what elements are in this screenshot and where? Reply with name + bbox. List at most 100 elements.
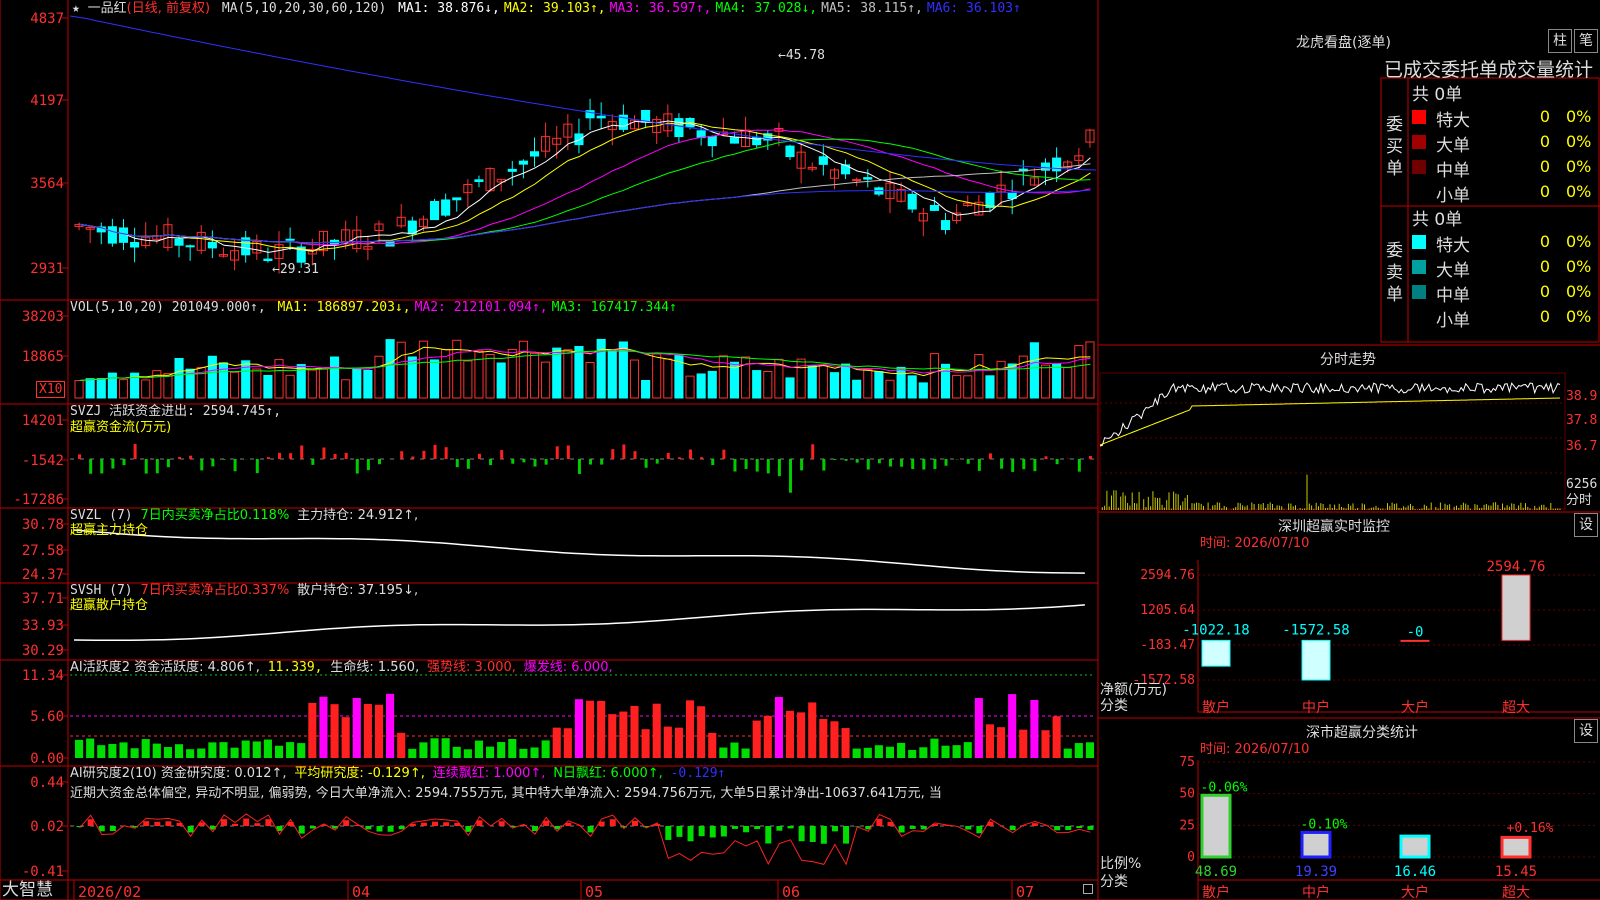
svzj-bar bbox=[200, 459, 204, 471]
ai-research-bar bbox=[731, 826, 738, 829]
svzj-bar bbox=[333, 454, 337, 459]
ai-research-bar bbox=[87, 819, 94, 826]
ai-research-n: N日飘红: 6.000↑, bbox=[553, 766, 663, 781]
candle-body bbox=[452, 197, 462, 201]
monitor-category-label: 散户 bbox=[1202, 699, 1230, 716]
ai-active-bar bbox=[474, 740, 484, 758]
volume-bar bbox=[496, 362, 506, 399]
volume-bar bbox=[1040, 364, 1051, 399]
ai-active-bar bbox=[974, 698, 983, 758]
buy-row-pct: 0% bbox=[1566, 157, 1592, 176]
ai-active-bar bbox=[874, 745, 883, 758]
ai-active-bar bbox=[674, 727, 683, 758]
volume-bar bbox=[818, 364, 828, 399]
volume-bar bbox=[418, 340, 428, 399]
ai-active-bar bbox=[508, 738, 517, 758]
ratio-settings-button[interactable]: 设 bbox=[1574, 719, 1598, 743]
svzj-bar bbox=[633, 451, 637, 459]
volume-bar bbox=[796, 358, 806, 399]
ai-research-bar bbox=[820, 826, 827, 844]
ai-research-bar bbox=[976, 826, 983, 834]
candle-body bbox=[674, 118, 684, 138]
ratio-bar bbox=[1200, 793, 1232, 859]
svzj-bar bbox=[677, 457, 681, 459]
ai-active-v4: 强势线: 3.000, bbox=[427, 660, 516, 675]
volume-bar bbox=[985, 375, 995, 399]
volume-bar bbox=[85, 378, 95, 399]
monitor-value-label: -1572.58 bbox=[1282, 622, 1349, 638]
ai-active-bar bbox=[641, 729, 650, 758]
svzj-bar bbox=[1022, 459, 1026, 470]
volume-bar bbox=[918, 382, 928, 399]
ai-active-bar bbox=[274, 745, 284, 758]
ma-line bbox=[79, 122, 1091, 252]
ai-research-bar bbox=[687, 826, 694, 842]
candle-body bbox=[285, 238, 295, 241]
volume-bar bbox=[607, 349, 617, 399]
svzj-bar bbox=[444, 447, 448, 459]
ai-research-bar bbox=[1009, 826, 1016, 831]
svzj-sub: 超赢资金流(万元) bbox=[70, 420, 172, 435]
tick-view-button[interactable]: 笔 bbox=[1574, 29, 1598, 53]
candle-body bbox=[474, 179, 484, 182]
ai-research-bar bbox=[387, 826, 394, 832]
buy-color-swatch bbox=[1412, 160, 1426, 174]
volume-bar bbox=[1085, 341, 1095, 399]
intraday-y-tick: 38.9 bbox=[1566, 389, 1597, 404]
ratio-y-tick: 0 bbox=[1187, 850, 1195, 865]
ai-active-bar bbox=[397, 732, 406, 758]
bar-view-button[interactable]: 柱 bbox=[1548, 29, 1572, 53]
ratio-category-label: 中户 bbox=[1302, 884, 1330, 900]
ai-active-bar bbox=[86, 738, 95, 758]
svzj-bar bbox=[689, 449, 693, 459]
buy-row-count: 0 bbox=[1539, 107, 1550, 126]
ai-research-bar bbox=[920, 826, 927, 830]
candle-body bbox=[107, 226, 117, 244]
chart-canvas[interactable]: 4837 4197 3564 2931 38203 18865 14201 -1542 -172… bbox=[0, 0, 1600, 900]
svzj-bar bbox=[344, 452, 348, 459]
svsh-label: SVSH (7) bbox=[70, 583, 133, 598]
small-square-icon bbox=[1083, 884, 1093, 894]
ai-active-bar bbox=[463, 749, 472, 758]
vol-ma-1: MA1: 186897.203↓, bbox=[277, 300, 411, 315]
ai-active-bar bbox=[808, 702, 817, 758]
candle-body bbox=[518, 160, 528, 165]
y-tick-label: 30.29 bbox=[22, 643, 64, 659]
candle-body bbox=[729, 137, 740, 144]
volume-bar bbox=[907, 375, 917, 399]
monitor-bar bbox=[1301, 639, 1331, 681]
candle-body bbox=[441, 199, 451, 216]
ai-research-bar bbox=[965, 826, 972, 830]
svzj-bar bbox=[144, 459, 148, 474]
monitor-settings-button[interactable]: 设 bbox=[1574, 513, 1598, 537]
ai-active-bar bbox=[708, 732, 717, 758]
volume-bar bbox=[1052, 363, 1062, 399]
buy-row-name: 小单 bbox=[1436, 186, 1470, 206]
ai-research-bar bbox=[309, 826, 316, 829]
svzj-bar bbox=[733, 459, 737, 472]
ratio-top-change: +0.16% bbox=[1507, 821, 1554, 836]
monitor-category-label: 超大 bbox=[1502, 700, 1530, 716]
volume-bar bbox=[474, 350, 484, 399]
ma-value-6: MA6: 36.103↑ bbox=[926, 1, 1021, 16]
volume-bar bbox=[463, 360, 473, 399]
ai-research-bar bbox=[376, 826, 383, 832]
ai-research-bar bbox=[1054, 826, 1061, 831]
svzj-bar bbox=[622, 444, 626, 459]
ai-active-bar bbox=[586, 700, 595, 758]
stock-name[interactable]: 一品红 bbox=[88, 1, 127, 16]
ai-research-bar bbox=[220, 819, 227, 826]
svzj-bar bbox=[988, 453, 992, 459]
svzj-bar bbox=[411, 456, 415, 459]
y-tick-label: 27.58 bbox=[22, 543, 64, 559]
ai-active-bar bbox=[908, 749, 917, 758]
candle-body bbox=[174, 238, 184, 246]
svzj-bar bbox=[400, 451, 404, 459]
ai-active-bar bbox=[930, 738, 939, 758]
buy-color-swatch bbox=[1412, 110, 1426, 124]
svzj-bar bbox=[522, 459, 526, 463]
ma-params: MA(5,10,20,30,60,120) bbox=[221, 1, 387, 16]
ai-active-bar bbox=[363, 703, 372, 758]
intraday-price-line bbox=[1099, 381, 1561, 447]
svzj-bar bbox=[911, 459, 915, 470]
